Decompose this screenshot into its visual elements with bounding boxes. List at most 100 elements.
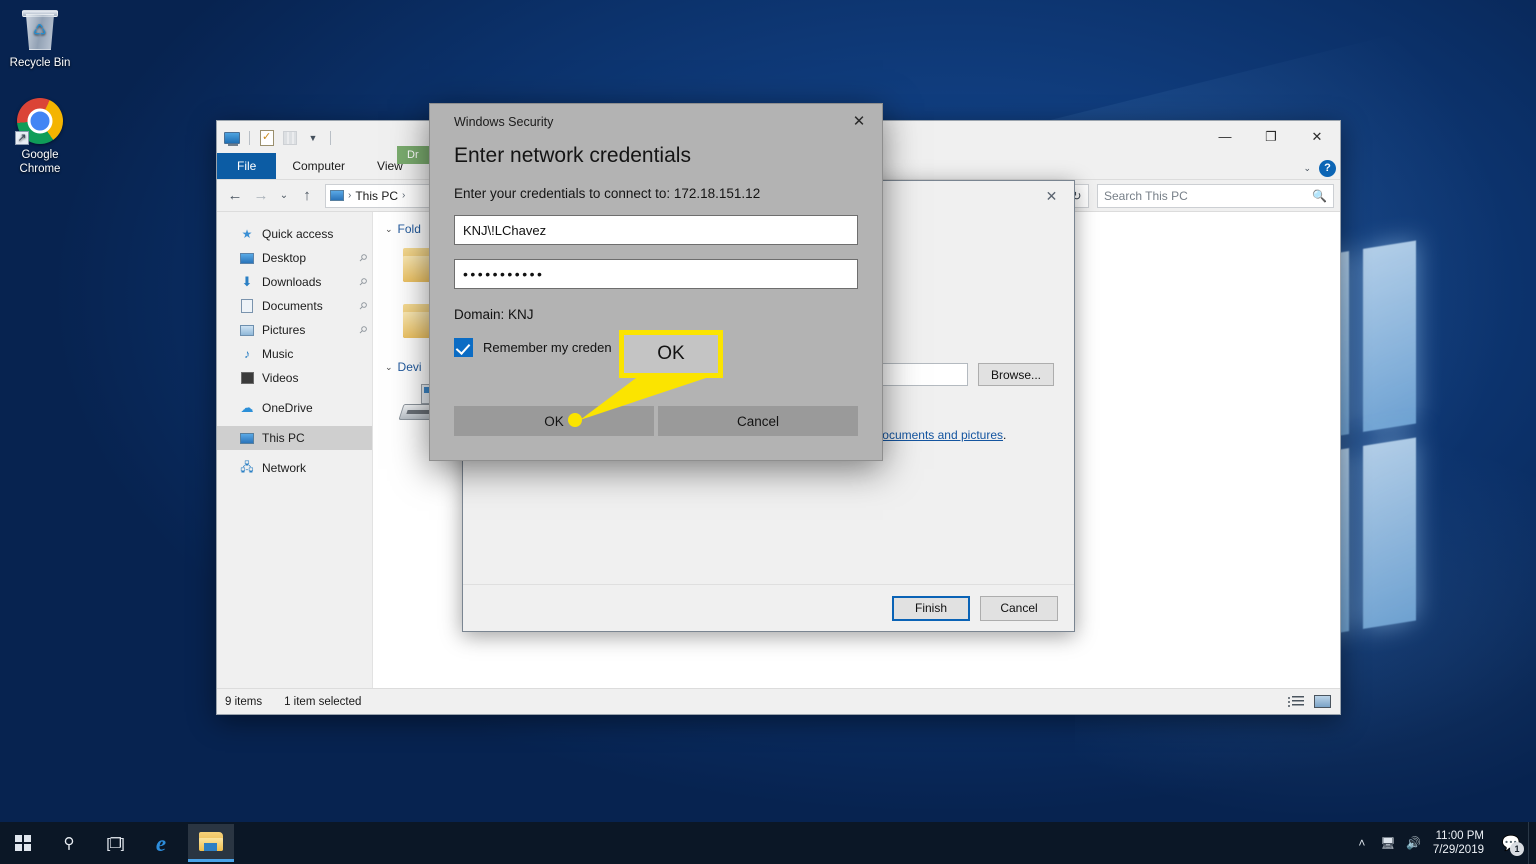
tab-computer[interactable]: Computer: [276, 153, 361, 179]
chevron-down-icon[interactable]: ⌄: [385, 224, 393, 235]
sidebar-item-downloads[interactable]: ⬇ Downloads ⚲: [217, 270, 372, 294]
dialog-title: Windows Security: [454, 115, 554, 129]
chevron-down-icon[interactable]: ⌄: [1303, 163, 1311, 174]
desktop-icon: [239, 250, 255, 266]
sidebar-item-network[interactable]: 🖧 Network: [217, 456, 372, 480]
up-button[interactable]: ↑: [295, 184, 319, 208]
sidebar-item-pictures[interactable]: Pictures ⚲: [217, 318, 372, 342]
callout-label: OK: [657, 343, 685, 364]
desktop-icon-google-chrome[interactable]: ↗ Google Chrome: [2, 98, 78, 176]
pin-icon: ⚲: [355, 275, 369, 289]
status-selection: 1 item selected: [284, 695, 362, 708]
ribbon-right-controls[interactable]: ⌄ ?: [1303, 160, 1336, 177]
quick-access-toolbar[interactable]: ▼: [223, 129, 334, 147]
sidebar-item-this-pc[interactable]: This PC: [217, 426, 372, 450]
task-view-button[interactable]: [❐]: [92, 822, 138, 864]
cancel-button[interactable]: Cancel: [980, 595, 1058, 621]
properties-icon[interactable]: [223, 129, 241, 147]
navigation-pane[interactable]: ★ Quick access Desktop ⚲ ⬇ Downloads ⚲ D…: [217, 212, 373, 688]
close-icon[interactable]: ✕: [1029, 181, 1074, 211]
recent-locations-button[interactable]: ⌄: [275, 184, 293, 208]
help-icon[interactable]: ?: [1319, 160, 1336, 177]
task-view-icon: [❐]: [106, 834, 124, 851]
videos-icon: [239, 370, 255, 386]
minimize-button[interactable]: —: [1202, 121, 1248, 152]
taskbar[interactable]: ⚲ [❐] e ˄ 🖥 🔊 11:00 PM 7/29/2019 💬 1: [0, 822, 1536, 864]
edge-button[interactable]: e: [138, 822, 184, 864]
sidebar-item-onedrive[interactable]: ☁ OneDrive: [217, 396, 372, 420]
dialog-heading: Enter network credentials: [454, 144, 691, 167]
search-button[interactable]: ⚲: [46, 822, 92, 864]
sidebar-item-music[interactable]: ♪ Music: [217, 342, 372, 366]
status-bar: 9 items 1 item selected: [217, 688, 1340, 714]
windows-security-dialog[interactable]: Windows Security ✕ Enter network credent…: [429, 103, 883, 461]
password-field[interactable]: •••••••••••: [454, 259, 858, 289]
browse-button[interactable]: Browse...: [978, 363, 1054, 386]
clock-time: 11:00 PM: [1435, 830, 1484, 842]
show-hidden-icons-icon[interactable]: ˄: [1349, 822, 1375, 864]
desktop-icon-recycle-bin[interactable]: ♺ Recycle Bin: [2, 8, 78, 70]
this-pc-icon: [239, 430, 255, 446]
volume-muted-icon[interactable]: 🔊: [1401, 822, 1427, 864]
downloads-icon: ⬇: [241, 274, 253, 289]
close-button[interactable]: ✕: [1294, 121, 1340, 152]
file-explorer-taskbar-button[interactable]: [188, 824, 234, 862]
sidebar-item-desktop[interactable]: Desktop ⚲: [217, 246, 372, 270]
wizard-footer[interactable]: Finish Cancel: [463, 584, 1074, 631]
windows-logo-icon: [15, 835, 31, 851]
cancel-button[interactable]: Cancel: [658, 406, 858, 436]
dialog-subtitle: Enter your credentials to connect to: 17…: [454, 186, 761, 201]
network-icon[interactable]: 🖥: [1375, 822, 1401, 864]
star-icon: ★: [241, 227, 253, 241]
search-input[interactable]: Search This PC 🔍: [1097, 183, 1334, 208]
search-placeholder: Search This PC: [1104, 188, 1188, 203]
desktop-icon-label-line1: Google: [21, 149, 59, 161]
music-icon: ♪: [244, 347, 250, 361]
window-controls[interactable]: — ❐ ✕: [1202, 121, 1340, 152]
clock[interactable]: 11:00 PM 7/29/2019: [1427, 829, 1494, 857]
callout-ok-highlight: OK: [619, 330, 723, 378]
breadcrumb-item-this-pc[interactable]: This PC: [355, 189, 398, 203]
view-buttons[interactable]: [1286, 693, 1332, 711]
start-button[interactable]: [0, 822, 46, 864]
chevron-down-icon[interactable]: ▼: [304, 129, 322, 147]
remember-credentials-label: Remember my creden: [483, 340, 612, 355]
sidebar-item-videos[interactable]: Videos: [217, 366, 372, 390]
show-desktop-button[interactable]: [1528, 822, 1534, 864]
onedrive-icon: ☁: [240, 400, 254, 415]
action-center-button[interactable]: 💬 1: [1494, 822, 1528, 864]
link-period: .: [1003, 428, 1007, 442]
forward-button[interactable]: →: [249, 184, 273, 208]
chevron-down-icon[interactable]: ⌄: [385, 362, 393, 373]
notification-badge: 1: [1510, 842, 1524, 856]
dialog-title-bar[interactable]: Windows Security ✕: [430, 104, 882, 140]
search-icon[interactable]: 🔍: [1312, 189, 1327, 203]
desktop[interactable]: ♺ Recycle Bin ↗ Google Chrome ▼ — ❐ ✕: [0, 0, 1536, 864]
search-icon: ⚲: [63, 835, 75, 852]
checkbox-checked[interactable]: [454, 338, 473, 357]
new-folder-icon[interactable]: [258, 129, 276, 147]
ok-button[interactable]: OK: [454, 406, 654, 436]
desktop-icon-label: Recycle Bin: [9, 57, 71, 69]
sidebar-item-label: Documents: [262, 299, 323, 313]
system-tray[interactable]: ˄ 🖥 🔊 11:00 PM 7/29/2019 💬 1: [1349, 822, 1536, 864]
sidebar-item-label: Network: [262, 461, 307, 475]
maximize-button[interactable]: ❐: [1248, 121, 1294, 152]
username-field[interactable]: KNJ\!LChavez: [454, 215, 858, 245]
finish-button[interactable]: Finish: [892, 595, 970, 621]
group-header-label: Fold: [397, 222, 421, 236]
sidebar-item-documents[interactable]: Documents ⚲: [217, 294, 372, 318]
pin-icon: ⚲: [355, 251, 369, 265]
dialog-buttons[interactable]: OK Cancel: [454, 406, 858, 436]
customize-icon[interactable]: [281, 129, 299, 147]
sidebar-item-quick-access[interactable]: ★ Quick access: [217, 222, 372, 246]
thumbnail-view-icon[interactable]: [1312, 693, 1332, 711]
contextual-tab-header: Dr: [397, 146, 429, 164]
details-view-icon[interactable]: [1286, 693, 1306, 711]
close-icon[interactable]: ✕: [836, 104, 882, 138]
shortcut-arrow-icon: ↗: [15, 131, 29, 145]
pin-icon: ⚲: [355, 323, 369, 337]
back-button[interactable]: ←: [223, 184, 247, 208]
tab-file[interactable]: File: [217, 153, 277, 179]
sidebar-item-label: Downloads: [262, 275, 322, 289]
